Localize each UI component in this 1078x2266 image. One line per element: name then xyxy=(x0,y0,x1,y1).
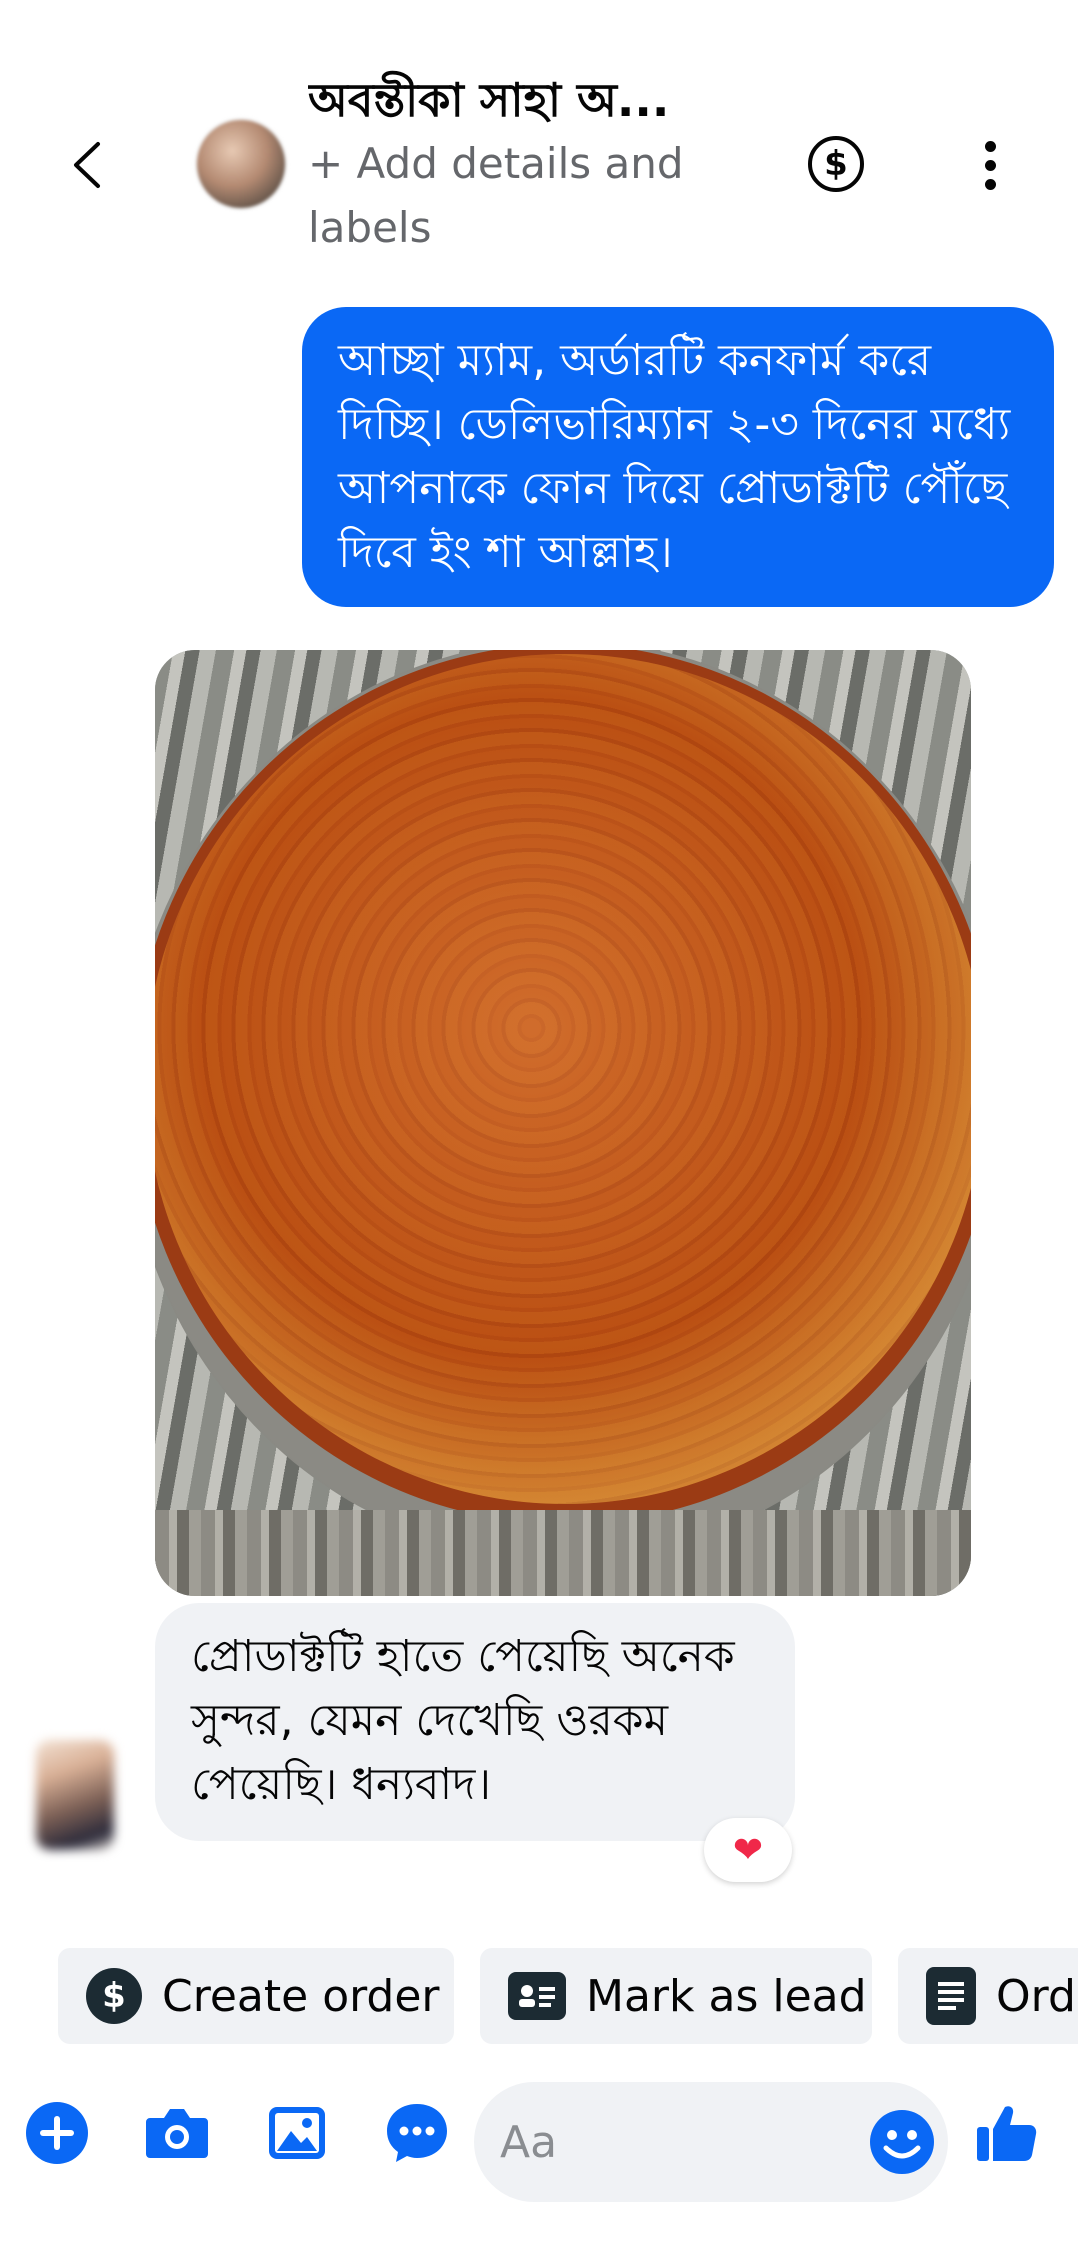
message-input[interactable] xyxy=(500,2104,860,2180)
thumbs-up-icon xyxy=(977,2106,1037,2161)
mark-as-lead-button[interactable]: Mark as lead xyxy=(480,1948,872,2044)
create-order-label: Create order xyxy=(162,1970,440,2022)
emoji-button[interactable] xyxy=(870,2110,934,2174)
heart-icon: ❤ xyxy=(732,1829,764,1871)
dollar-circle-icon: $ xyxy=(824,144,848,184)
orders-label: Ord xyxy=(996,1970,1076,2022)
emoji-icon xyxy=(883,2130,921,2159)
orders-button[interactable]: Ord xyxy=(898,1948,1078,2044)
create-order-button[interactable]: $ Create order xyxy=(58,1948,454,2044)
contact-card-icon xyxy=(508,1972,566,2020)
outgoing-message-bubble[interactable]: আচ্ছা ম্যাম, অর্ডারটি কনফার্ম করে দিচ্ছি… xyxy=(302,307,1054,607)
camera-icon xyxy=(146,2109,208,2158)
camera-button[interactable] xyxy=(142,2098,212,2168)
plus-icon xyxy=(26,2102,88,2164)
quick-actions-bar: $ Create order Mark as lead Ord xyxy=(0,1948,1078,2044)
message-composer xyxy=(0,2070,1078,2220)
chat-bubble-icon xyxy=(387,2104,447,2162)
chevron-left-icon xyxy=(74,142,100,188)
heart-reaction[interactable]: ❤ xyxy=(704,1818,792,1882)
incoming-message-bubble[interactable]: প্রোডাক্টটি হাতে পেয়েছি অনেক সুন্দর, যে… xyxy=(155,1603,795,1841)
sender-avatar[interactable] xyxy=(36,1740,114,1850)
chat-extras-button[interactable] xyxy=(382,2098,452,2168)
gallery-icon xyxy=(269,2107,325,2159)
order-list-icon xyxy=(926,1967,976,2025)
chat-header: অবন্তীকা সাহা অ... + Add details and lab… xyxy=(0,0,1078,290)
wood-slice-photo[interactable] xyxy=(155,650,971,1596)
contact-name[interactable]: অবন্তীকা সাহা অ... xyxy=(308,70,728,130)
like-button[interactable] xyxy=(972,2098,1042,2168)
gallery-button[interactable] xyxy=(262,2098,332,2168)
add-button[interactable] xyxy=(22,2098,92,2168)
vertical-dots-icon xyxy=(984,140,996,152)
back-button[interactable] xyxy=(52,130,122,200)
contact-avatar[interactable] xyxy=(195,118,287,210)
add-details-link[interactable]: + Add details and labels xyxy=(308,132,728,260)
message-input-box[interactable] xyxy=(474,2082,948,2202)
more-options-button[interactable] xyxy=(970,130,1010,200)
mark-as-lead-label: Mark as lead xyxy=(586,1970,867,2022)
payment-button[interactable]: $ xyxy=(808,136,864,192)
dollar-circle-icon: $ xyxy=(86,1968,142,2024)
